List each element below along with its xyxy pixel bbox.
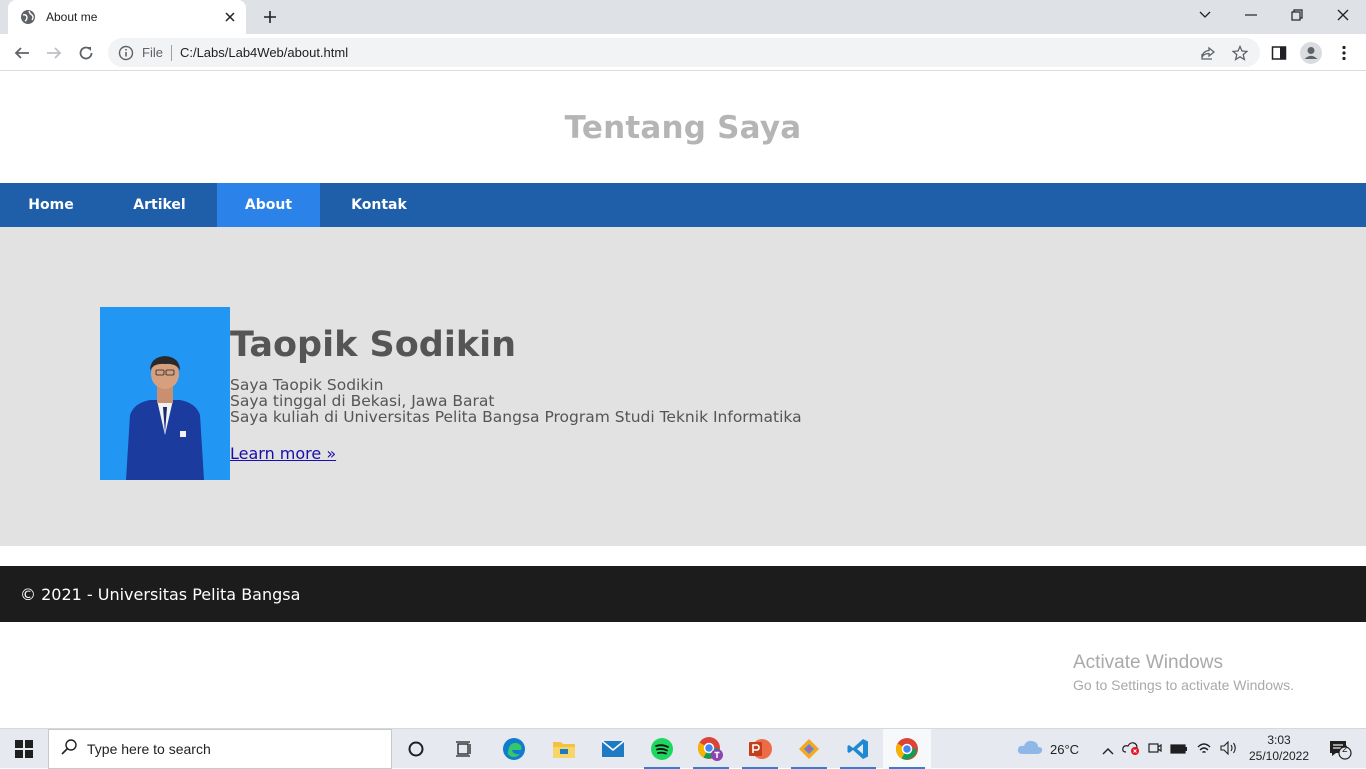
- chevron-up-icon[interactable]: [1102, 740, 1114, 759]
- url-text[interactable]: C:/Labs/Lab4Web/about.html: [180, 45, 1196, 60]
- nav-kontak[interactable]: Kontak: [320, 183, 438, 227]
- learn-more-link[interactable]: Learn more »: [230, 444, 336, 463]
- git-app-icon[interactable]: [785, 729, 833, 769]
- clock-date: 25/10/2022: [1248, 749, 1310, 763]
- tab-search-icon[interactable]: [1182, 0, 1228, 30]
- divider: [170, 44, 172, 61]
- close-tab-icon[interactable]: [222, 9, 238, 25]
- start-button[interactable]: [0, 729, 48, 769]
- vscode-icon[interactable]: [834, 729, 882, 769]
- restore-icon[interactable]: [1274, 0, 1320, 30]
- notification-count: 2: [1342, 744, 1348, 755]
- notification-center-button[interactable]: 2: [1320, 729, 1360, 769]
- main-nav: Home Artikel About Kontak: [0, 183, 1366, 227]
- watermark-title: Activate Windows: [1073, 652, 1223, 673]
- cortana-icon[interactable]: [392, 729, 440, 769]
- edge-icon[interactable]: [490, 729, 538, 769]
- minimize-icon[interactable]: [1228, 0, 1274, 30]
- wifi-icon[interactable]: [1196, 740, 1212, 759]
- site-footer: © 2021 - Universitas Pelita Bangsa: [0, 566, 1366, 622]
- system-tray: [1102, 729, 1238, 769]
- nav-artikel[interactable]: Artikel: [102, 183, 217, 227]
- nav-about[interactable]: About: [217, 183, 320, 227]
- search-placeholder: Type here to search: [87, 741, 211, 757]
- bookmark-star-icon[interactable]: [1228, 41, 1252, 65]
- windows-taskbar: Type here to search 26°C 3:03 25/10/2022…: [0, 728, 1366, 769]
- bio-line: Saya Taopik Sodikin: [230, 376, 384, 394]
- footer-text: © 2021 - Universitas Pelita Bangsa: [20, 584, 301, 604]
- menu-kebab-icon[interactable]: [1331, 40, 1357, 66]
- powerpoint-icon[interactable]: [736, 729, 784, 769]
- file-explorer-icon[interactable]: [540, 729, 588, 769]
- weather-temp: 26°C: [1050, 741, 1080, 757]
- profile-avatar-icon[interactable]: [1298, 40, 1324, 66]
- task-view-icon[interactable]: [440, 729, 488, 769]
- taskbar-clock[interactable]: 3:03 25/10/2022: [1244, 732, 1314, 764]
- forward-button[interactable]: [41, 40, 67, 66]
- profile-bio: Taopik Sodikin Saya Taopik Sodikin Saya …: [230, 323, 802, 463]
- browser-tab-strip: About me: [0, 0, 1366, 34]
- meet-now-icon[interactable]: [1148, 740, 1162, 759]
- volume-icon[interactable]: [1220, 740, 1238, 759]
- browser-tab[interactable]: About me: [8, 0, 246, 34]
- watermark-subtitle: Go to Settings to activate Windows.: [1073, 677, 1294, 693]
- reload-button[interactable]: [73, 40, 99, 66]
- close-window-icon[interactable]: [1320, 0, 1366, 30]
- new-tab-button[interactable]: [258, 6, 282, 28]
- mail-icon[interactable]: [589, 729, 637, 769]
- search-icon: [61, 739, 77, 759]
- clock-time: 3:03: [1267, 733, 1291, 747]
- globe-icon: [20, 9, 36, 25]
- page-title: Tentang Saya: [564, 110, 802, 146]
- bio-line: Saya tinggal di Bekasi, Jawa Barat: [230, 392, 495, 410]
- profile-section: Taopik Sodikin Saya Taopik Sodikin Saya …: [0, 227, 1366, 546]
- side-panel-icon[interactable]: [1266, 40, 1292, 66]
- taskbar-search-input[interactable]: Type here to search: [48, 729, 392, 769]
- activate-windows-watermark: Activate Windows Go to Settings to activ…: [1073, 651, 1294, 695]
- profile-name: Taopik Sodikin: [230, 325, 517, 365]
- tab-title: About me: [46, 10, 98, 24]
- spotify-icon[interactable]: [638, 729, 686, 769]
- nav-home[interactable]: Home: [0, 183, 102, 227]
- battery-icon[interactable]: [1170, 740, 1188, 759]
- chrome-profile-icon[interactable]: [687, 729, 735, 769]
- onedrive-error-icon[interactable]: [1122, 740, 1140, 759]
- address-bar[interactable]: File C:/Labs/Lab4Web/about.html: [108, 38, 1260, 67]
- chrome-icon[interactable]: [883, 729, 931, 769]
- share-icon[interactable]: [1196, 41, 1220, 65]
- bio-line: Saya kuliah di Universitas Pelita Bangsa…: [230, 408, 802, 426]
- web-page: Tentang Saya Home Artikel About Kontak T…: [0, 71, 1366, 728]
- profile-photo: [100, 307, 230, 480]
- cloud-icon: [1016, 738, 1044, 760]
- site-header: Tentang Saya: [0, 71, 1366, 183]
- browser-toolbar: File C:/Labs/Lab4Web/about.html: [0, 34, 1366, 71]
- back-button[interactable]: [9, 40, 35, 66]
- weather-widget[interactable]: 26°C: [1016, 729, 1079, 769]
- scheme-label: File: [142, 45, 163, 60]
- info-icon[interactable]: [118, 45, 134, 61]
